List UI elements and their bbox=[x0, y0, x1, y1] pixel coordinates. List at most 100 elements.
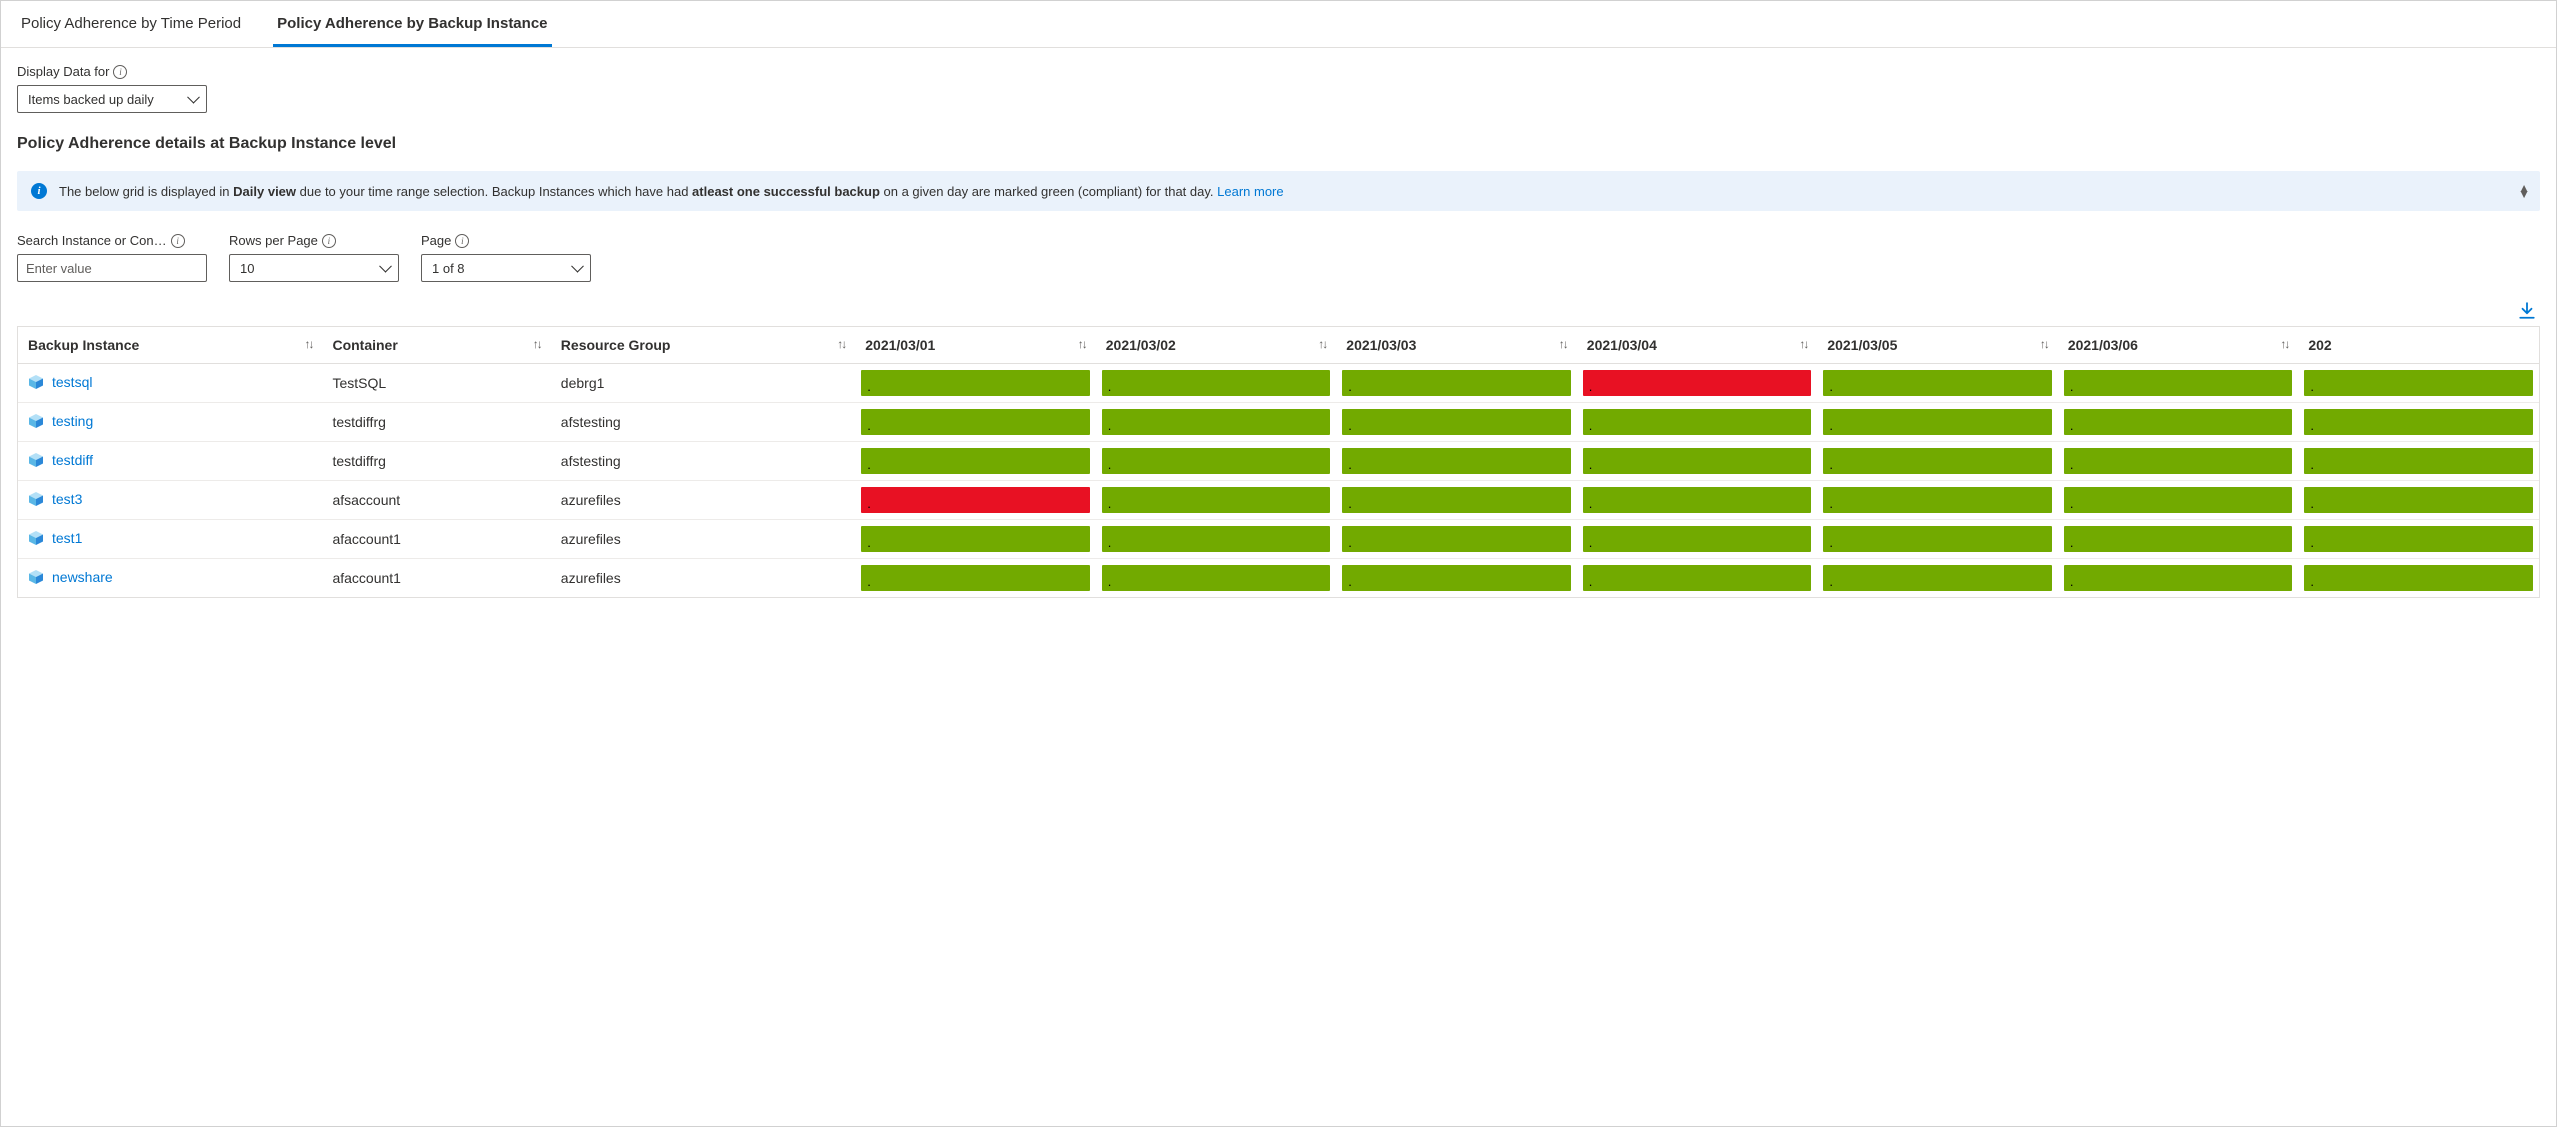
status-compliant: . bbox=[2304, 448, 2533, 474]
info-icon[interactable]: i bbox=[171, 234, 185, 248]
cell-resource-group: azurefiles bbox=[551, 559, 855, 598]
status-compliant: . bbox=[2064, 370, 2293, 396]
backup-instance-link[interactable]: test1 bbox=[28, 530, 82, 546]
cell-status: . bbox=[2298, 364, 2539, 403]
cell-status: . bbox=[1096, 559, 1337, 598]
cell-status: . bbox=[1336, 520, 1577, 559]
cube-icon bbox=[28, 413, 44, 429]
display-data-dropdown[interactable]: Items backed up daily bbox=[17, 85, 207, 113]
col-date-label: 2021/03/03 bbox=[1346, 337, 1416, 353]
backup-instance-name: newshare bbox=[52, 569, 113, 585]
search-filter: Search Instance or Con… i bbox=[17, 233, 207, 282]
page-label: Page i bbox=[421, 233, 591, 248]
banner-text: The below grid is displayed in Daily vie… bbox=[59, 184, 1284, 199]
cell-status: . bbox=[1336, 403, 1577, 442]
info-icon[interactable]: i bbox=[113, 65, 127, 79]
col-date[interactable]: 2021/03/01↑↓ bbox=[855, 327, 1096, 364]
col-date-label: 2021/03/04 bbox=[1587, 337, 1657, 353]
cube-icon bbox=[28, 530, 44, 546]
status-compliant: . bbox=[861, 565, 1090, 591]
cell-status: . bbox=[2058, 403, 2299, 442]
sort-arrows-icon: ↑↓ bbox=[533, 337, 541, 351]
col-date[interactable]: 2021/03/06↑↓ bbox=[2058, 327, 2299, 364]
col-date[interactable]: 202 bbox=[2298, 327, 2539, 364]
display-data-value: Items backed up daily bbox=[28, 92, 154, 107]
display-data-section: Display Data for i Items backed up daily bbox=[1, 48, 2556, 121]
backup-instance-link[interactable]: test3 bbox=[28, 491, 82, 507]
col-date-label: 202 bbox=[2308, 337, 2331, 353]
cell-status: . bbox=[1817, 364, 2058, 403]
cell-container: afaccount1 bbox=[322, 559, 550, 598]
page-label-text: Page bbox=[421, 233, 451, 248]
col-date[interactable]: 2021/03/03↑↓ bbox=[1336, 327, 1577, 364]
tab-backup-instance[interactable]: Policy Adherence by Backup Instance bbox=[273, 1, 551, 47]
col-date[interactable]: 2021/03/04↑↓ bbox=[1577, 327, 1818, 364]
cell-status: . bbox=[855, 559, 1096, 598]
cell-status: . bbox=[1577, 520, 1818, 559]
col-resource-group[interactable]: Resource Group ↑↓ bbox=[551, 327, 855, 364]
table-row: newshareafaccount1azurefiles....... bbox=[18, 559, 2539, 598]
cell-status: . bbox=[1577, 403, 1818, 442]
status-compliant: . bbox=[2304, 565, 2533, 591]
download-icon[interactable] bbox=[2518, 302, 2536, 320]
banner-sort-icon[interactable]: ▲▼ bbox=[2518, 185, 2530, 197]
banner-text-suffix: on a given day are marked green (complia… bbox=[880, 184, 1217, 199]
info-icon[interactable]: i bbox=[455, 234, 469, 248]
status-compliant: . bbox=[1342, 487, 1571, 513]
status-compliant: . bbox=[2304, 409, 2533, 435]
cell-status: . bbox=[1577, 364, 1818, 403]
cube-icon bbox=[28, 452, 44, 468]
col-backup-instance-label: Backup Instance bbox=[28, 337, 139, 353]
info-icon[interactable]: i bbox=[322, 234, 336, 248]
results-grid: Backup Instance ↑↓ Container ↑↓ Resource… bbox=[17, 326, 2540, 598]
status-compliant: . bbox=[1823, 526, 2052, 552]
backup-instance-link[interactable]: testsql bbox=[28, 374, 92, 390]
backup-instance-link[interactable]: testdiff bbox=[28, 452, 93, 468]
results-table: Backup Instance ↑↓ Container ↑↓ Resource… bbox=[18, 327, 2539, 597]
rows-per-page-dropdown[interactable]: 10 bbox=[229, 254, 399, 282]
cell-status: . bbox=[855, 442, 1096, 481]
status-compliant: . bbox=[2064, 409, 2293, 435]
learn-more-link[interactable]: Learn more bbox=[1217, 184, 1283, 199]
cell-backup-instance: newshare bbox=[18, 559, 322, 598]
cell-container: afsaccount bbox=[322, 481, 550, 520]
col-backup-instance[interactable]: Backup Instance ↑↓ bbox=[18, 327, 322, 364]
backup-instance-name: test1 bbox=[52, 530, 82, 546]
cell-container: testdiffrg bbox=[322, 442, 550, 481]
col-date[interactable]: 2021/03/02↑↓ bbox=[1096, 327, 1337, 364]
status-compliant: . bbox=[1342, 370, 1571, 396]
cell-resource-group: afstesting bbox=[551, 442, 855, 481]
status-compliant: . bbox=[2064, 487, 2293, 513]
cell-status: . bbox=[1336, 364, 1577, 403]
cell-status: . bbox=[1817, 481, 2058, 520]
cell-status: . bbox=[2058, 364, 2299, 403]
cell-status: . bbox=[2298, 559, 2539, 598]
tab-time-period[interactable]: Policy Adherence by Time Period bbox=[17, 1, 245, 47]
table-header: Backup Instance ↑↓ Container ↑↓ Resource… bbox=[18, 327, 2539, 364]
status-compliant: . bbox=[1342, 448, 1571, 474]
col-date[interactable]: 2021/03/05↑↓ bbox=[1817, 327, 2058, 364]
display-data-label: Display Data for i bbox=[17, 64, 2540, 79]
sort-arrows-icon: ↑↓ bbox=[1318, 337, 1326, 351]
col-container[interactable]: Container ↑↓ bbox=[322, 327, 550, 364]
backup-instance-link[interactable]: newshare bbox=[28, 569, 113, 585]
status-compliant: . bbox=[2304, 526, 2533, 552]
table-row: testingtestdiffrgafstesting....... bbox=[18, 403, 2539, 442]
status-compliant: . bbox=[1102, 370, 1331, 396]
cell-status: . bbox=[1096, 442, 1337, 481]
rows-label: Rows per Page i bbox=[229, 233, 399, 248]
backup-instance-link[interactable]: testing bbox=[28, 413, 93, 429]
cell-resource-group: azurefiles bbox=[551, 481, 855, 520]
table-row: test1afaccount1azurefiles....... bbox=[18, 520, 2539, 559]
cell-status: . bbox=[1096, 364, 1337, 403]
download-row bbox=[1, 298, 2556, 326]
cell-status: . bbox=[1577, 481, 1818, 520]
backup-instance-name: testdiff bbox=[52, 452, 93, 468]
search-input[interactable] bbox=[17, 254, 207, 282]
cell-status: . bbox=[2058, 520, 2299, 559]
cube-icon bbox=[28, 491, 44, 507]
banner-text-prefix: The below grid is displayed in bbox=[59, 184, 233, 199]
status-compliant: . bbox=[861, 448, 1090, 474]
cell-status: . bbox=[2298, 442, 2539, 481]
page-dropdown[interactable]: 1 of 8 bbox=[421, 254, 591, 282]
